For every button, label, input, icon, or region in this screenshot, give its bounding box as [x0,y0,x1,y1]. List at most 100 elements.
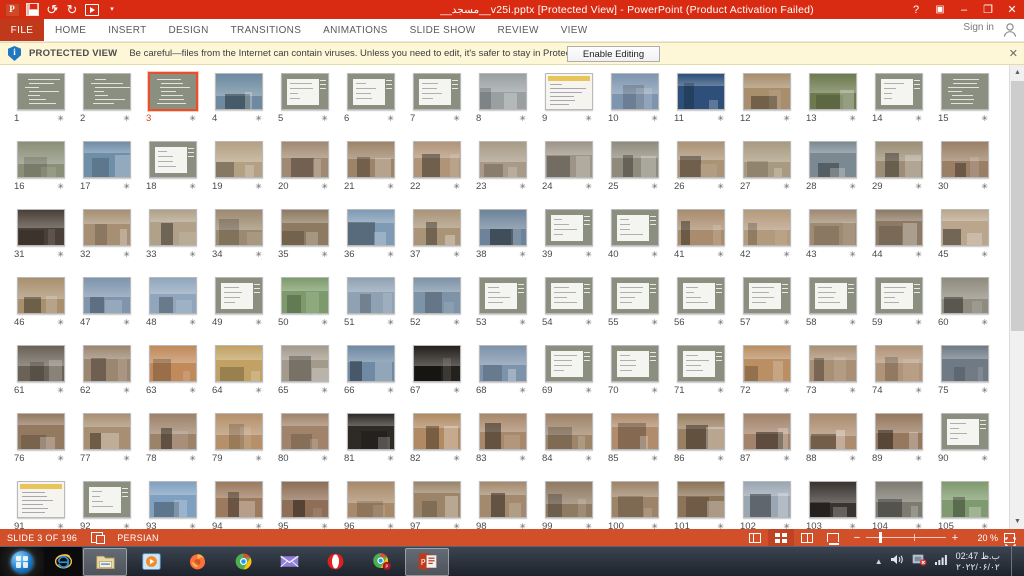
transition-star-icon[interactable]: ✳ [123,522,130,529]
network-icon[interactable] [912,553,927,571]
minimize-button[interactable]: – [952,0,976,19]
slide-thumbnail-99[interactable]: 99 ✳ [540,479,606,529]
slide-thumbnail-image[interactable] [281,481,329,518]
slide-thumbnail-15[interactable]: 15 ✳ [936,71,1002,139]
transition-star-icon[interactable]: ✳ [783,522,790,529]
slide-thumbnail-image[interactable] [809,277,857,314]
ribbon-display-options-icon[interactable]: ▣ [928,0,952,19]
transition-star-icon[interactable]: ✳ [849,454,856,463]
transition-star-icon[interactable]: ✳ [717,386,724,395]
slide-thumbnail-72[interactable]: 72 ✳ [738,343,804,411]
slide-thumbnail-image[interactable] [281,73,329,110]
slide-thumbnail-image[interactable] [347,345,395,382]
transition-star-icon[interactable]: ✳ [651,250,658,259]
slide-thumbnail-28[interactable]: 28 ✳ [804,139,870,207]
transition-star-icon[interactable]: ✳ [387,318,394,327]
slide-thumbnail-image[interactable] [413,481,461,518]
tab-insert[interactable]: INSERT [97,19,157,41]
slide-thumbnail-39[interactable]: 39 ✳ [540,207,606,275]
transition-star-icon[interactable]: ✳ [255,250,262,259]
slide-thumbnail-image[interactable] [17,277,65,314]
show-desktop-button[interactable] [1011,546,1018,576]
slide-thumbnail-image[interactable] [743,73,791,110]
slide-thumbnail-image[interactable] [215,481,263,518]
slide-thumbnail-63[interactable]: 63 ✳ [144,343,210,411]
slide-thumbnail-image[interactable] [479,481,527,518]
slide-thumbnail-80[interactable]: 80 ✳ [276,411,342,479]
transition-star-icon[interactable]: ✳ [915,318,922,327]
slide-thumbnail-69[interactable]: 69 ✳ [540,343,606,411]
slide-thumbnail-image[interactable] [875,413,923,450]
slide-thumbnail-36[interactable]: 36 ✳ [342,207,408,275]
slide-thumbnail-image[interactable] [83,413,131,450]
slide-thumbnail-93[interactable]: 93 ✳ [144,479,210,529]
slide-thumbnail-19[interactable]: 19 ✳ [210,139,276,207]
slide-thumbnail-image[interactable] [215,345,263,382]
slide-thumbnail-34[interactable]: 34 ✳ [210,207,276,275]
slide-thumbnail-image[interactable] [941,209,989,246]
transition-star-icon[interactable]: ✳ [453,386,460,395]
slide-thumbnail-image[interactable] [677,345,725,382]
slide-thumbnail-77[interactable]: 77 ✳ [78,411,144,479]
slide-thumbnail-20[interactable]: 20 ✳ [276,139,342,207]
transition-star-icon[interactable]: ✳ [321,522,328,529]
slide-thumbnail-41[interactable]: 41 ✳ [672,207,738,275]
slide-thumbnail-22[interactable]: 22 ✳ [408,139,474,207]
slide-thumbnail-6[interactable]: 6 ✳ [342,71,408,139]
taskbar-file-explorer[interactable] [83,547,127,576]
slide-thumbnail-18[interactable]: 18 ✳ [144,139,210,207]
transition-star-icon[interactable]: ✳ [189,250,196,259]
transition-star-icon[interactable]: ✳ [519,114,526,123]
slide-thumbnail-16[interactable]: 16 ✳ [12,139,78,207]
transition-star-icon[interactable]: ✳ [717,318,724,327]
transition-star-icon[interactable]: ✳ [651,386,658,395]
transition-star-icon[interactable]: ✳ [57,386,64,395]
transition-star-icon[interactable]: ✳ [519,250,526,259]
slide-thumbnail-image[interactable] [743,141,791,178]
transition-star-icon[interactable]: ✳ [915,454,922,463]
transition-star-icon[interactable]: ✳ [189,522,196,529]
transition-star-icon[interactable]: ✳ [585,114,592,123]
transition-star-icon[interactable]: ✳ [651,522,658,529]
slide-thumbnail-image[interactable] [743,345,791,382]
slide-thumbnail-83[interactable]: 83 ✳ [474,411,540,479]
slide-thumbnail-54[interactable]: 54 ✳ [540,275,606,343]
transition-star-icon[interactable]: ✳ [915,386,922,395]
slide-thumbnail-45[interactable]: 45 ✳ [936,207,1002,275]
slide-thumbnail-image[interactable] [17,73,65,110]
slide-thumbnail-image[interactable] [941,481,989,518]
transition-star-icon[interactable]: ✳ [519,386,526,395]
slide-thumbnail-35[interactable]: 35 ✳ [276,207,342,275]
volume-icon[interactable] [890,553,905,571]
slide-thumbnail-image[interactable] [215,277,263,314]
slide-thumbnail-image[interactable] [545,277,593,314]
tab-design[interactable]: DESIGN [158,19,220,41]
slide-thumbnail-85[interactable]: 85 ✳ [606,411,672,479]
slide-thumbnail-image[interactable] [413,345,461,382]
slide-thumbnail-87[interactable]: 87 ✳ [738,411,804,479]
slide-thumbnail-image[interactable] [677,209,725,246]
tab-slide-show[interactable]: SLIDE SHOW [399,19,487,41]
transition-star-icon[interactable]: ✳ [189,182,196,191]
transition-star-icon[interactable]: ✳ [849,114,856,123]
slide-thumbnail-13[interactable]: 13 ✳ [804,71,870,139]
view-slide-sorter-button[interactable] [768,529,794,546]
slide-thumbnail-50[interactable]: 50 ✳ [276,275,342,343]
help-icon[interactable]: ? [904,0,928,19]
slide-thumbnail-image[interactable] [281,209,329,246]
slide-thumbnail-image[interactable] [809,481,857,518]
slide-thumbnail-47[interactable]: 47 ✳ [78,275,144,343]
transition-star-icon[interactable]: ✳ [321,318,328,327]
fit-to-window-button[interactable] [998,529,1020,547]
transition-star-icon[interactable]: ✳ [585,250,592,259]
zoom-in-button[interactable]: + [949,532,961,544]
slide-thumbnail-image[interactable] [743,209,791,246]
slide-thumbnail-9[interactable]: 9 ✳ [540,71,606,139]
slide-thumbnail-image[interactable] [17,209,65,246]
slide-thumbnail-image[interactable] [611,481,659,518]
transition-star-icon[interactable]: ✳ [783,250,790,259]
slide-thumbnail-image[interactable] [83,277,131,314]
transition-star-icon[interactable]: ✳ [123,386,130,395]
slide-thumbnail-51[interactable]: 51 ✳ [342,275,408,343]
slide-thumbnail-image[interactable] [611,209,659,246]
